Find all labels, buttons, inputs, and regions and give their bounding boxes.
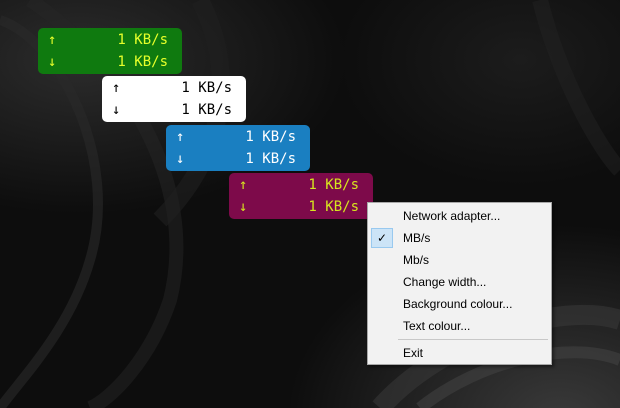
net-meter-magenta[interactable]: ↑ 1 KB/s ↓ 1 KB/s [229, 173, 373, 219]
download-arrow-icon: ↓ [112, 102, 121, 118]
menu-item-text-colour[interactable]: Text colour... [371, 315, 548, 337]
download-arrow-icon: ↓ [48, 54, 57, 70]
menu-item-mbytes[interactable]: ✓ MB/s [371, 227, 548, 249]
download-speed: 1 KB/s [181, 102, 232, 118]
download-speed: 1 KB/s [245, 151, 296, 167]
net-meter-green[interactable]: ↑ 1 KB/s ↓ 1 KB/s [38, 28, 182, 74]
menu-item-change-width[interactable]: Change width... [371, 271, 548, 293]
menu-item-label: Change width... [403, 275, 487, 289]
menu-item-label: Mb/s [403, 253, 430, 267]
upload-speed: 1 KB/s [245, 129, 296, 145]
download-arrow-icon: ↓ [239, 199, 248, 215]
menu-item-label: Background colour... [403, 297, 513, 311]
upload-speed: 1 KB/s [308, 177, 359, 193]
menu-item-mbits[interactable]: Mb/s [371, 249, 548, 271]
upload-arrow-icon: ↑ [112, 80, 121, 96]
checkmark-icon: ✓ [371, 228, 393, 248]
menu-item-exit[interactable]: Exit [371, 342, 548, 364]
upload-row: ↑ 1 KB/s [229, 175, 373, 195]
download-speed: 1 KB/s [117, 54, 168, 70]
net-meter-blue[interactable]: ↑ 1 KB/s ↓ 1 KB/s [166, 125, 310, 171]
download-row: ↓ 1 KB/s [229, 197, 373, 217]
download-row: ↓ 1 KB/s [38, 52, 182, 72]
menu-item-background-colour[interactable]: Background colour... [371, 293, 548, 315]
context-menu: Network adapter... ✓ MB/s Mb/s Change wi… [367, 202, 552, 365]
menu-item-label: Network adapter... [403, 209, 501, 223]
upload-row: ↑ 1 KB/s [166, 127, 310, 147]
upload-row: ↑ 1 KB/s [38, 30, 182, 50]
download-speed: 1 KB/s [308, 199, 359, 215]
upload-arrow-icon: ↑ [239, 177, 248, 193]
download-row: ↓ 1 KB/s [166, 149, 310, 169]
menu-item-network-adapter[interactable]: Network adapter... [371, 205, 548, 227]
menu-item-label: Exit [403, 346, 424, 360]
upload-arrow-icon: ↑ [176, 129, 185, 145]
download-row: ↓ 1 KB/s [102, 100, 246, 120]
net-meter-white[interactable]: ↑ 1 KB/s ↓ 1 KB/s [102, 76, 246, 122]
upload-speed: 1 KB/s [117, 32, 168, 48]
download-arrow-icon: ↓ [176, 151, 185, 167]
menu-separator [398, 339, 548, 340]
menu-item-label: Text colour... [403, 319, 471, 333]
upload-speed: 1 KB/s [181, 80, 232, 96]
upload-row: ↑ 1 KB/s [102, 78, 246, 98]
menu-item-label: MB/s [403, 231, 431, 245]
upload-arrow-icon: ↑ [48, 32, 57, 48]
